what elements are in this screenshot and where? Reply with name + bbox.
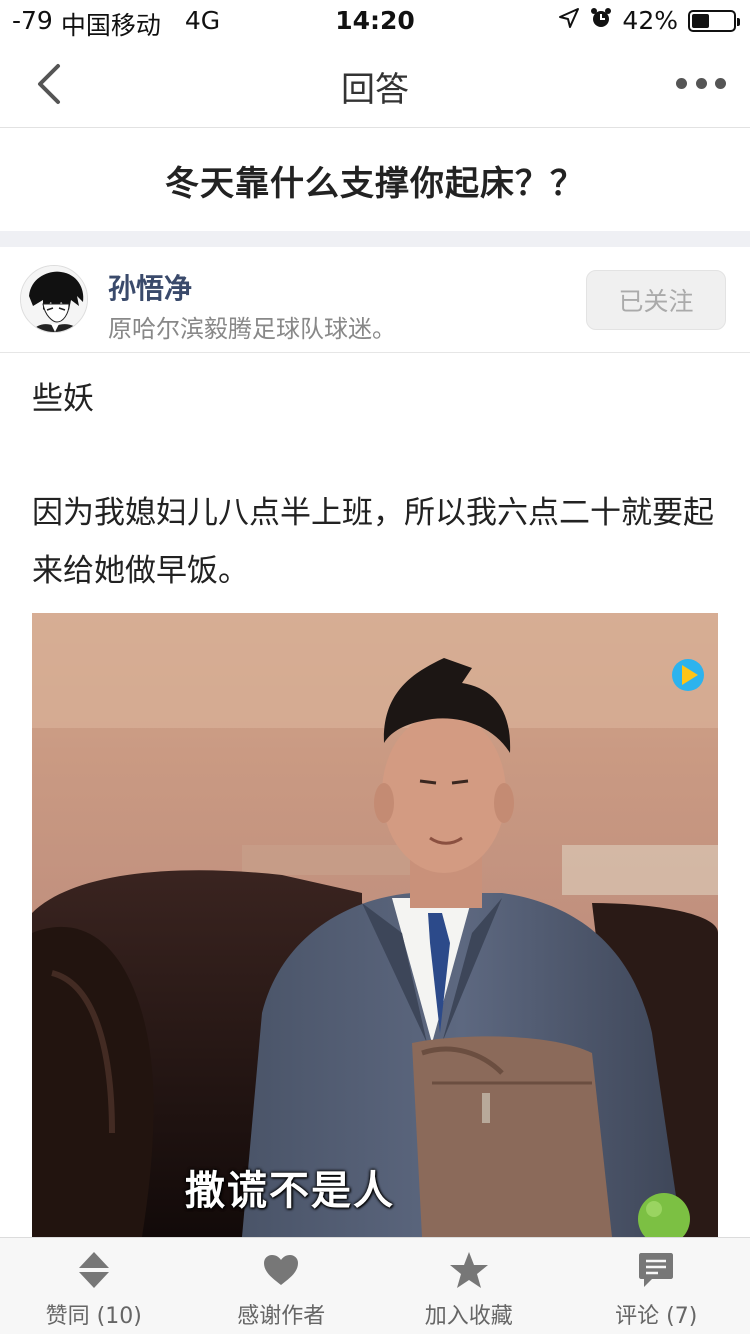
heart-icon bbox=[261, 1250, 301, 1290]
thanks-label: 感谢作者 bbox=[237, 1304, 326, 1329]
upvote-label: 赞同 (10) bbox=[45, 1304, 142, 1329]
anime-avatar-icon bbox=[21, 266, 87, 332]
answer-image[interactable]: 撒谎不是人 bbox=[32, 613, 718, 1237]
author-row: 孙悟净 原哈尔滨毅腾足球队球迷。 已关注 bbox=[0, 247, 750, 353]
nav-bar: 回答 bbox=[0, 40, 750, 128]
more-dot-icon bbox=[695, 77, 707, 89]
section-divider bbox=[0, 231, 750, 247]
page-title: 回答 bbox=[341, 70, 409, 110]
battery-percent: 42% bbox=[622, 6, 678, 35]
collect-label: 加入收藏 bbox=[424, 1304, 513, 1329]
more-dot-icon bbox=[676, 77, 687, 89]
follow-button[interactable]: 已关注 bbox=[586, 270, 726, 330]
upvote-button[interactable]: 赞同 (10) bbox=[0, 1238, 188, 1334]
meme-photo bbox=[32, 613, 718, 1237]
avatar[interactable] bbox=[20, 265, 88, 333]
answer-body: 些妖 因为我媳妇儿八点半上班，所以我六点二十就要起来给她做早饭。 bbox=[32, 370, 722, 600]
collect-button[interactable]: 加入收藏 bbox=[375, 1238, 563, 1334]
battery-level bbox=[692, 13, 709, 28]
image-caption: 撒谎不是人 bbox=[185, 1168, 395, 1214]
author-name[interactable]: 孙悟净 bbox=[108, 267, 192, 307]
more-dot-icon bbox=[715, 77, 726, 89]
star-icon bbox=[449, 1250, 489, 1290]
comment-icon bbox=[636, 1250, 676, 1290]
status-right: 42% bbox=[558, 6, 740, 35]
thanks-button[interactable]: 感谢作者 bbox=[188, 1238, 376, 1334]
comment-button[interactable]: 评论 (7) bbox=[563, 1238, 750, 1334]
bottom-toolbar: 赞同 (10) 感谢作者 加入收藏 评论 (7) bbox=[0, 1237, 750, 1334]
status-bar: -79 中国移动 4G 14:20 42% bbox=[0, 0, 750, 40]
alarm-icon bbox=[590, 6, 612, 35]
author-bio: 原哈尔滨毅腾足球队球迷。 bbox=[108, 315, 396, 343]
battery-icon bbox=[688, 9, 740, 32]
location-icon bbox=[558, 6, 580, 35]
question-title[interactable]: 冬天靠什么支撑你起床？？ bbox=[0, 129, 750, 231]
comment-label: 评论 (7) bbox=[615, 1304, 698, 1329]
answer-paragraph: 些妖 bbox=[32, 381, 94, 417]
vote-arrows-icon bbox=[74, 1250, 114, 1290]
answer-paragraph: 因为我媳妇儿八点半上班，所以我六点二十就要起来给她做早饭。 bbox=[32, 495, 714, 589]
more-options-button[interactable] bbox=[676, 70, 726, 96]
